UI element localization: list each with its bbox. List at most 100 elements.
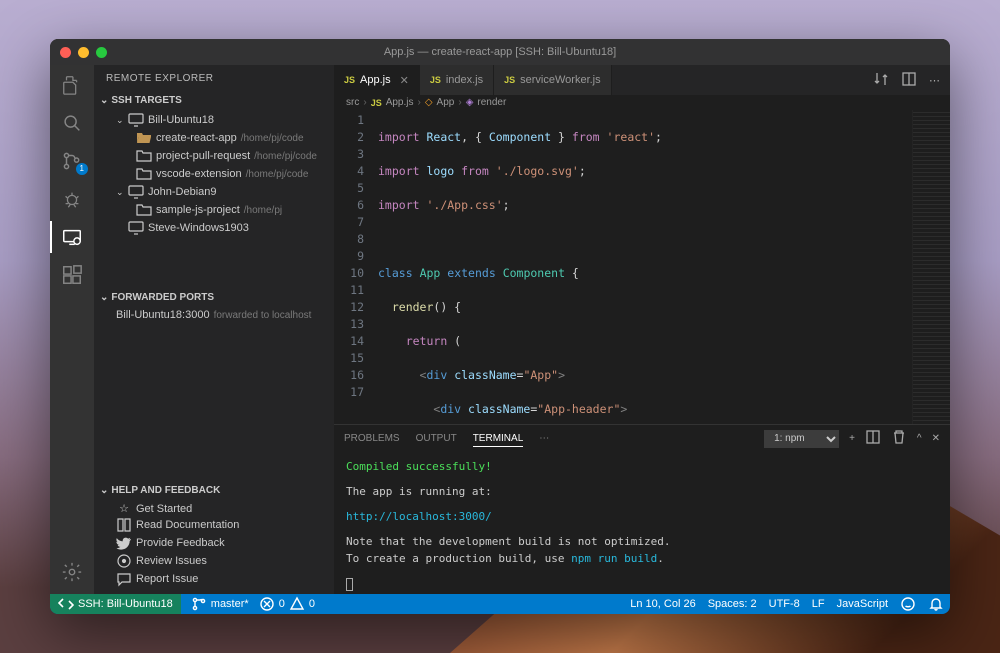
tab-label: serviceWorker.js bbox=[520, 74, 600, 86]
help-item[interactable]: Report Issue bbox=[94, 570, 334, 588]
vscode-window: App.js — create-react-app [SSH: Bill-Ubu… bbox=[50, 39, 950, 614]
term-url[interactable]: http://localhost:3000/ bbox=[346, 510, 492, 523]
panel-tab-problems[interactable]: PROBLEMS bbox=[344, 431, 400, 446]
terminal-selector[interactable]: 1: npm bbox=[764, 430, 839, 448]
symbol-class-icon: ◇ bbox=[425, 97, 433, 108]
section-ssh-targets[interactable]: ⌄ SSH TARGETS bbox=[94, 92, 334, 109]
ssh-host[interactable]: ⌄ John-Debian9 bbox=[94, 183, 334, 201]
help-label: Get Started bbox=[136, 503, 192, 515]
terminal-output[interactable]: Compiled successfully! The app is runnin… bbox=[334, 452, 950, 598]
tab-index-js[interactable]: JSindex.js bbox=[420, 65, 494, 95]
settings-gear-icon[interactable] bbox=[60, 560, 84, 584]
tab-label: App.js bbox=[360, 74, 391, 86]
split-terminal-icon[interactable] bbox=[865, 429, 881, 448]
code-content[interactable]: import React, { Component } from 'react'… bbox=[374, 110, 912, 424]
encoding-status[interactable]: UTF-8 bbox=[769, 598, 800, 610]
bottom-panel: PROBLEMS OUTPUT TERMINAL ⋯ 1: npm + ^ ✕ … bbox=[334, 424, 950, 594]
folder-path: /home/pj/code bbox=[246, 169, 309, 180]
section-help-feedback[interactable]: ⌄ HELP AND FEEDBACK bbox=[94, 482, 334, 499]
section-label: SSH TARGETS bbox=[111, 95, 181, 106]
twitter-icon bbox=[116, 535, 132, 551]
sidebar-title: REMOTE EXPLORER bbox=[94, 65, 334, 92]
indent-status[interactable]: Spaces: 2 bbox=[708, 598, 757, 610]
chevron-down-icon: ⌄ bbox=[116, 115, 128, 126]
feedback-icon[interactable] bbox=[900, 596, 916, 612]
folder-label: vscode-extension bbox=[156, 168, 242, 180]
star-icon: ☆ bbox=[116, 502, 132, 515]
breadcrumb[interactable]: src› JSApp.js› ◇App› ◈render bbox=[334, 95, 950, 110]
remote-folder[interactable]: vscode-extension /home/pj/code bbox=[94, 165, 334, 183]
help-label: Read Documentation bbox=[136, 519, 239, 531]
search-icon[interactable] bbox=[60, 111, 84, 135]
vm-icon bbox=[128, 220, 144, 236]
minimap[interactable] bbox=[912, 110, 950, 424]
maximize-panel-icon[interactable]: ^ bbox=[917, 433, 922, 444]
compare-changes-icon[interactable] bbox=[873, 71, 889, 90]
term-cmd: npm run build bbox=[571, 552, 657, 565]
help-item[interactable]: ☆ Get Started bbox=[94, 501, 334, 516]
panel-tab-terminal[interactable]: TERMINAL bbox=[473, 431, 524, 447]
help-item[interactable]: Provide Feedback bbox=[94, 534, 334, 552]
book-icon bbox=[116, 517, 132, 533]
panel-tab-output[interactable]: OUTPUT bbox=[416, 431, 457, 446]
remote-status[interactable]: SSH: Bill-Ubuntu18 bbox=[50, 594, 181, 614]
problems-status[interactable]: 0 0 bbox=[259, 596, 315, 612]
more-actions-icon[interactable]: ⋯ bbox=[929, 74, 940, 87]
port-hint: forwarded to localhost bbox=[214, 310, 312, 321]
issues-icon bbox=[116, 553, 132, 569]
comment-icon bbox=[116, 571, 132, 587]
remote-folder[interactable]: project-pull-request /home/pj/code bbox=[94, 147, 334, 165]
code-editor[interactable]: 1234567891011121314151617 import React, … bbox=[334, 110, 950, 424]
chevron-down-icon: ⌄ bbox=[100, 485, 108, 496]
ssh-host[interactable]: ⌄ Bill-Ubuntu18 bbox=[94, 111, 334, 129]
panel-more-icon[interactable]: ⋯ bbox=[539, 433, 549, 444]
language-status[interactable]: JavaScript bbox=[837, 598, 888, 610]
ssh-host[interactable]: › Steve-Windows1903 bbox=[94, 219, 334, 237]
explorer-icon[interactable] bbox=[60, 73, 84, 97]
window-title: App.js — create-react-app [SSH: Bill-Ubu… bbox=[50, 46, 950, 58]
vm-icon bbox=[128, 112, 144, 128]
new-terminal-icon[interactable]: + bbox=[849, 433, 855, 444]
section-label: HELP AND FEEDBACK bbox=[111, 485, 220, 496]
term-line: Note that the development build is not o… bbox=[346, 533, 938, 550]
split-editor-icon[interactable] bbox=[901, 71, 917, 90]
crumb[interactable]: src bbox=[346, 97, 359, 108]
close-icon[interactable]: ✕ bbox=[400, 74, 409, 87]
error-count: 0 bbox=[279, 598, 285, 610]
chevron-down-icon: ⌄ bbox=[116, 187, 128, 198]
tab-app-js[interactable]: JSApp.js✕ bbox=[334, 65, 420, 95]
term-line: The app is running at: bbox=[346, 483, 938, 500]
crumb[interactable]: render bbox=[477, 97, 506, 108]
term-line: Compiled successfully! bbox=[346, 458, 938, 475]
help-label: Report Issue bbox=[136, 573, 198, 585]
forwarded-port[interactable]: Bill-Ubuntu18:3000 forwarded to localhos… bbox=[94, 308, 334, 322]
term-line: To create a production build, use bbox=[346, 552, 571, 565]
notifications-icon[interactable] bbox=[928, 596, 944, 612]
folder-label: project-pull-request bbox=[156, 150, 250, 162]
crumb[interactable]: App bbox=[437, 97, 455, 108]
remote-folder[interactable]: create-react-app /home/pj/code bbox=[94, 129, 334, 147]
debug-icon[interactable] bbox=[60, 187, 84, 211]
section-forwarded-ports[interactable]: ⌄ FORWARDED PORTS bbox=[94, 289, 334, 306]
folder-icon bbox=[136, 166, 152, 182]
tab-serviceworker-js[interactable]: JSserviceWorker.js bbox=[494, 65, 612, 95]
folder-label: create-react-app bbox=[156, 132, 237, 144]
extensions-icon[interactable] bbox=[60, 263, 84, 287]
crumb[interactable]: App.js bbox=[386, 97, 414, 108]
remote-explorer-icon[interactable] bbox=[60, 225, 84, 249]
git-branch-status[interactable]: master* bbox=[191, 596, 249, 612]
remote-folder[interactable]: sample-js-project /home/pj bbox=[94, 201, 334, 219]
help-item[interactable]: Review Issues bbox=[94, 552, 334, 570]
eol-status[interactable]: LF bbox=[812, 598, 825, 610]
host-label: Steve-Windows1903 bbox=[148, 222, 249, 234]
cursor-position-status[interactable]: Ln 10, Col 26 bbox=[630, 598, 695, 610]
port-label: Bill-Ubuntu18:3000 bbox=[116, 309, 210, 321]
panel-tabs: PROBLEMS OUTPUT TERMINAL ⋯ 1: npm + ^ ✕ bbox=[334, 425, 950, 452]
help-item[interactable]: Read Documentation bbox=[94, 516, 334, 534]
close-panel-icon[interactable]: ✕ bbox=[932, 433, 940, 444]
folder-open-icon bbox=[136, 130, 152, 146]
kill-terminal-icon[interactable] bbox=[891, 429, 907, 448]
source-control-icon[interactable]: 1 bbox=[60, 149, 84, 173]
tab-label: index.js bbox=[446, 74, 483, 86]
folder-icon bbox=[136, 202, 152, 218]
